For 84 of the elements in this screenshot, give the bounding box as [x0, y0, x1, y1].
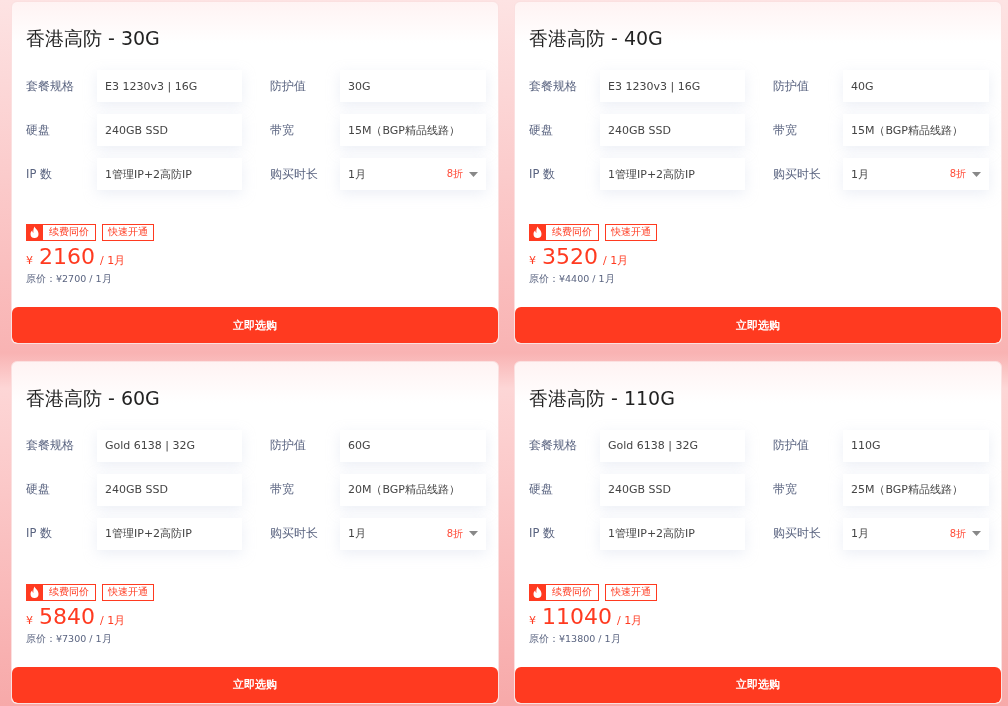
price-period: / 1月	[100, 612, 126, 628]
field-value: 40G	[843, 70, 989, 102]
tag-label: 续费同价	[48, 585, 90, 599]
field-label: IP 数	[529, 166, 556, 182]
field-label: 套餐规格	[26, 438, 75, 453]
currency-sign: ¥	[529, 254, 536, 267]
field-value: 15M（BGP精品线路）	[843, 114, 989, 146]
field-value: E3 1230v3 | 16G	[600, 70, 745, 102]
plan-title: 香港高防 - 40G	[529, 26, 664, 51]
field-label: 带宽	[270, 122, 295, 138]
field-label: 防护值	[270, 78, 307, 94]
field-label: IP 数	[26, 166, 53, 182]
buy-button[interactable]: 立即选购	[515, 666, 1001, 703]
tag-label: 续费同价	[551, 585, 593, 599]
tag-label: 快速开通	[102, 583, 154, 601]
price-period: / 1月	[603, 253, 629, 268]
caret-icon	[469, 171, 478, 177]
plan-title: 香港高防 - 30G	[26, 26, 161, 51]
plan-title: 香港高防 - 60G	[26, 385, 161, 411]
currency-sign: ¥	[529, 613, 536, 627]
field-label: 硬盘	[529, 122, 554, 138]
buy-button[interactable]: 立即选购	[12, 307, 498, 343]
field-label: IP 数	[26, 526, 53, 541]
field-label: 防护值	[270, 438, 307, 453]
field-label: 购买时长	[773, 166, 822, 182]
original-price: 原价：¥7300 / 1月	[26, 632, 113, 646]
tag-label: 快速开通	[102, 224, 154, 241]
price-value: 5840	[39, 603, 95, 629]
field-label: 防护值	[773, 438, 810, 453]
tag-label: 快速开通	[605, 224, 657, 241]
original-price: 原价：¥4400 / 1月	[529, 273, 616, 286]
price-value: 2160	[39, 244, 95, 269]
field-value: 60G	[340, 429, 486, 462]
field-label: 带宽	[773, 482, 798, 497]
price-value: 3520	[542, 244, 598, 269]
field-value: E3 1230v3 | 16G	[97, 70, 242, 102]
tag-label: 快速开通	[605, 583, 657, 601]
field-label: 硬盘	[529, 482, 554, 497]
field-label: 带宽	[773, 122, 798, 138]
field-label: 硬盘	[26, 122, 51, 138]
field-value: 1管理IP+2高防IP	[600, 158, 745, 190]
field-label: 套餐规格	[26, 78, 75, 94]
buy-button[interactable]: 立即选购	[515, 307, 1001, 343]
field-value: 240GB SSD	[97, 114, 242, 146]
field-value: 240GB SSD	[97, 473, 242, 506]
caret-icon	[972, 531, 981, 536]
original-price: 原价：¥2700 / 1月	[26, 273, 113, 286]
field-value: 30G	[340, 70, 486, 102]
price-period: / 1月	[617, 612, 643, 628]
duration-select[interactable]: 1月 8折	[340, 158, 486, 190]
field-value: Gold 6138 | 32G	[600, 429, 745, 462]
field-value: 110G	[843, 429, 989, 462]
field-value: 25M（BGP精品线路）	[843, 473, 989, 506]
tag-label: 续费同价	[551, 226, 593, 239]
duration-select[interactable]: 1月 8折	[340, 517, 486, 550]
field-value: 240GB SSD	[600, 114, 745, 146]
caret-icon	[469, 531, 478, 536]
duration-select[interactable]: 1月 8折	[843, 517, 989, 550]
field-label: 带宽	[270, 482, 295, 497]
field-value: 1管理IP+2高防IP	[97, 517, 242, 550]
field-value: 240GB SSD	[600, 473, 745, 506]
field-value: 1管理IP+2高防IP	[97, 158, 242, 190]
duration-select[interactable]: 1月 8折	[843, 158, 989, 190]
field-value: 1管理IP+2高防IP	[600, 517, 745, 550]
field-value: Gold 6138 | 32G	[97, 429, 242, 462]
field-label: 购买时长	[270, 526, 319, 541]
original-price: 原价：¥13800 / 1月	[529, 632, 622, 646]
field-value: 15M（BGP精品线路）	[340, 114, 486, 146]
field-label: 防护值	[773, 78, 810, 94]
caret-icon	[972, 171, 981, 177]
currency-sign: ¥	[26, 254, 33, 267]
price-value: 11040	[542, 603, 612, 629]
tag-label: 续费同价	[48, 226, 90, 239]
field-label: 套餐规格	[529, 78, 578, 94]
plan-title: 香港高防 - 110G	[529, 385, 676, 411]
field-value: 20M（BGP精品线路）	[340, 473, 486, 506]
field-label: 硬盘	[26, 482, 51, 497]
field-label: 购买时长	[773, 526, 822, 541]
price-period: / 1月	[100, 253, 126, 268]
buy-button[interactable]: 立即选购	[12, 666, 498, 703]
field-label: 套餐规格	[529, 438, 578, 453]
field-label: IP 数	[529, 526, 556, 541]
field-label: 购买时长	[270, 166, 319, 182]
currency-sign: ¥	[26, 613, 33, 627]
